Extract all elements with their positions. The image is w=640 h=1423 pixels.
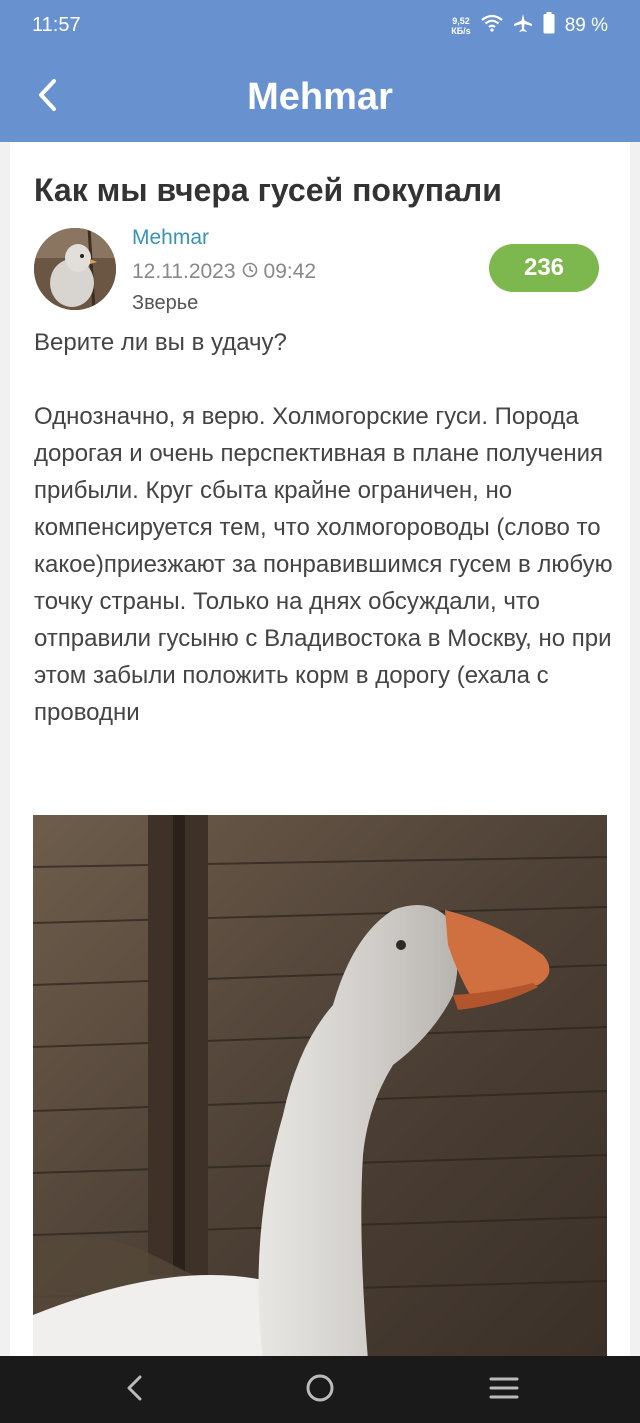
author-avatar[interactable] [34,228,116,310]
network-speed-value: 9,52 [452,15,470,26]
status-time: 11:57 [32,14,81,36]
post-category[interactable]: Зверье [132,288,316,318]
nav-home-button[interactable] [290,1368,350,1412]
post-title: Как мы вчера гусей покупали [34,172,502,208]
post-paragraph: Верите ли вы в удачу? [34,329,287,356]
post-photo[interactable] [33,815,607,1356]
menu-lines-icon [488,1375,520,1405]
author-name[interactable]: Mehmar [132,226,316,256]
post-date-row: 12.11.2023 09:42 [132,256,316,288]
top-bar: 11:57 9,52 КБ/s 89 % Mehmar [0,0,640,142]
battery-level: 89 % [564,14,608,36]
home-circle-icon [305,1373,335,1407]
status-icons: 9,52 КБ/s 89 % [451,12,608,39]
nav-back-button[interactable] [105,1368,165,1412]
app-bar-title: Mehmar [247,76,393,118]
nav-menu-button[interactable] [474,1368,534,1412]
post-meta: Mehmar 12.11.2023 09:42 Зверье [132,226,316,318]
status-bar: 11:57 9,52 КБ/s 89 % [0,0,640,52]
count-badge[interactable]: 236 [489,244,599,292]
wifi-icon [481,14,503,37]
airplane-icon [513,13,533,38]
system-nav-bar [0,1356,640,1423]
battery-icon [543,12,555,39]
network-speed-unit: КБ/s [451,25,471,36]
clock-icon [242,260,258,284]
post-body: Верите ли вы в удачу? Однозначно, я верю… [34,324,614,731]
app-bar: Mehmar [0,52,640,142]
post-time: 09:42 [263,260,317,283]
back-triangle-icon [124,1374,146,1406]
post-date: 12.11.2023 [132,260,236,283]
network-speed: 9,52 КБ/s [451,16,470,36]
post-paragraph: Однозначно, я верю. Холмогорские гуси. П… [34,403,613,726]
post-card: Как мы вчера гусей покупали Mehmar 12.11… [10,142,630,1356]
